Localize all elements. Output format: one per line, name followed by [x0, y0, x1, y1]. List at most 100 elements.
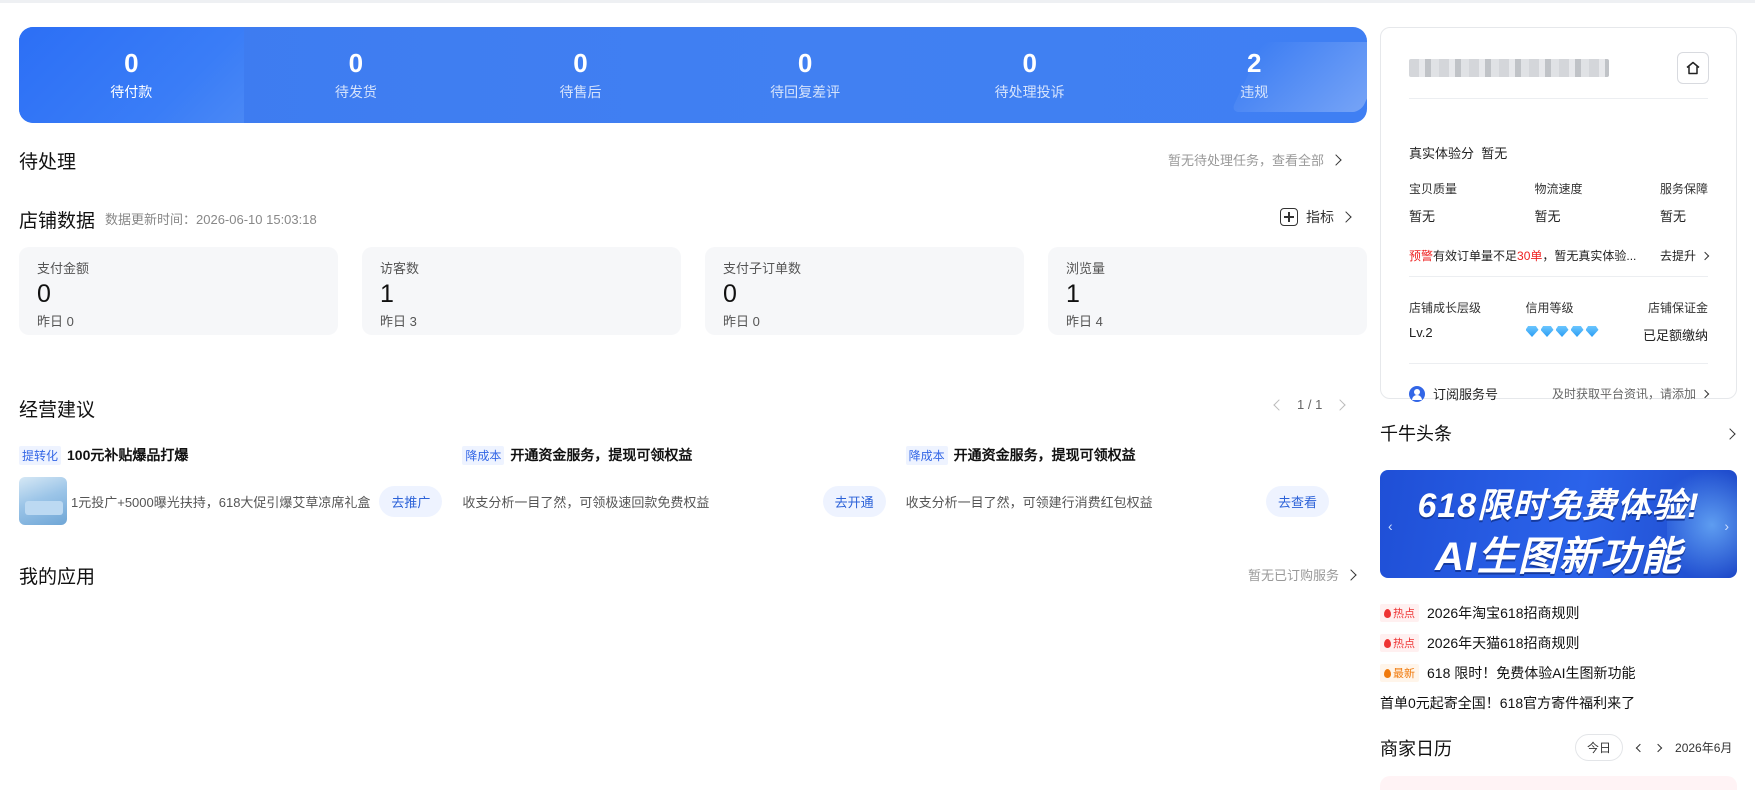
stat-value: 2	[1247, 48, 1262, 78]
activate-button[interactable]: 去开通	[822, 485, 886, 517]
metric-title: 访客数	[380, 261, 420, 276]
carousel-next-icon[interactable]: ›	[1724, 518, 1729, 534]
hot-badge: 热点	[1380, 604, 1419, 622]
stat-pending-shipment[interactable]: 0 待发货	[244, 27, 469, 123]
level-label: 店铺成长层级	[1409, 301, 1482, 315]
my-apps-title: 我的应用	[19, 567, 96, 588]
metric-card-visitors[interactable]: 访客数 1 昨日 3	[362, 247, 681, 335]
new-badge: 最新	[1380, 664, 1419, 682]
metric-value: 0	[723, 280, 737, 308]
suggestion-desc: 收支分析一目了然，可领极速回款免费权益	[462, 494, 710, 510]
promote-button[interactable]: 去推广	[379, 485, 443, 517]
page-indicator: 1 / 1	[1297, 397, 1323, 412]
deposit-status: 已足额缴纳	[1642, 328, 1708, 343]
shop-levels: 店铺成长层级 Lv.2 信用等级 店铺保证金 已足额缴纳	[1409, 299, 1708, 344]
stat-label: 待售后	[559, 84, 602, 100]
metric-yesterday: 昨日 0	[723, 314, 760, 329]
metric-value: 暂无	[1534, 209, 1561, 224]
stat-violations[interactable]: 2 违规	[1142, 27, 1367, 123]
stat-label: 待付款	[110, 84, 153, 100]
calendar-controls: 今日 2026年6月	[1575, 734, 1732, 761]
metric-label: 服务保障	[1659, 182, 1708, 196]
stat-label: 待发货	[334, 84, 377, 100]
diamond-icon	[1525, 326, 1539, 337]
stat-label: 违规	[1240, 84, 1269, 100]
stat-after-sales[interactable]: 0 待售后	[468, 27, 693, 123]
news-item[interactable]: 最新 618 限时！免费体验AI生图新功能	[1380, 658, 1737, 688]
subscribe-row[interactable]: 订阅服务号 及时获取平台资讯，请添加	[1409, 384, 1710, 403]
badge-text: 热点	[1393, 638, 1415, 650]
stat-negative-reviews[interactable]: 0 待回复差评	[693, 27, 918, 123]
improve-label: 去提升	[1659, 249, 1696, 263]
suggestion-tag: 提转化	[19, 445, 62, 465]
chevron-right-icon	[1340, 211, 1352, 223]
prev-page-icon[interactable]	[1273, 398, 1285, 411]
suggestion-item: 提转化 100元补贴爆品打爆 1元投广+5000曝光扶持，618大促引爆艾草凉席…	[19, 445, 462, 525]
store-data-title: 店铺数据	[19, 211, 96, 232]
stat-label: 待回复差评	[770, 84, 841, 100]
stat-value: 0	[348, 48, 364, 78]
credit-diamonds	[1525, 326, 1599, 337]
metric-yesterday: 昨日 4	[1066, 314, 1103, 329]
shop-home-button[interactable]	[1677, 52, 1709, 84]
improve-link[interactable]: 去提升	[1659, 247, 1710, 264]
stat-value: 0	[797, 48, 813, 78]
suggestion-title: 开通资金服务，提现可领权益	[953, 447, 1136, 463]
stat-complaints[interactable]: 0 待处理投诉	[917, 27, 1142, 123]
metric-value: 0	[37, 280, 51, 308]
metric-label: 宝贝质量	[1409, 182, 1458, 196]
metric-card-sub-orders[interactable]: 支付子订单数 0 昨日 0	[705, 247, 1024, 335]
stat-value: 0	[573, 48, 588, 78]
subscribe-hint: 及时获取平台资讯，请添加	[1551, 387, 1696, 401]
my-apps-link[interactable]: 暂无已订购服务	[1248, 565, 1357, 584]
suggestion-desc: 收支分析一目了然，可领建行消费红包权益	[905, 494, 1153, 510]
prev-month-icon[interactable]	[1635, 743, 1645, 752]
divider	[1409, 276, 1708, 277]
level-label: 信用等级	[1525, 301, 1574, 315]
next-page-icon[interactable]	[1334, 398, 1346, 411]
news-list: 热点 2026年淘宝618招商规则 热点 2026年天猫618招商规则 最新 6…	[1380, 598, 1737, 718]
product-thumbnail	[19, 477, 67, 525]
metric-value: 1	[380, 280, 394, 308]
diamond-icon	[1540, 326, 1554, 337]
diamond-icon	[1555, 326, 1569, 337]
news-item[interactable]: 首单0元起寄全国！618官方寄件福利来了	[1380, 688, 1737, 718]
stat-value: 0	[124, 48, 139, 78]
news-text: 618 限时！免费体验AI生图新功能	[1427, 665, 1636, 681]
next-month-icon[interactable]	[1653, 743, 1663, 752]
pending-link-text: 暂无待处理任务，查看全部	[1168, 153, 1325, 168]
stat-pending-payment[interactable]: 0 待付款	[19, 27, 244, 123]
chevron-right-icon[interactable]	[1724, 428, 1736, 440]
suggestions-pager: 1 / 1	[1273, 397, 1346, 412]
stat-label: 待处理投诉	[994, 84, 1065, 100]
plus-square-icon	[1280, 208, 1298, 226]
fire-icon	[1384, 608, 1391, 618]
news-item[interactable]: 热点 2026年天猫618招商规则	[1380, 628, 1737, 658]
divider	[1409, 98, 1708, 99]
promo-banner[interactable]: 618限时免费体验! AI生图新功能 ‹ ›	[1380, 470, 1737, 578]
metric-value: 暂无	[1659, 209, 1686, 224]
news-text: 首单0元起寄全国！618官方寄件福利来了	[1380, 695, 1636, 711]
badge-text: 最新	[1393, 668, 1415, 680]
metrics-button[interactable]: 指标	[1280, 207, 1352, 227]
experience-score: 真实体验分 暂无	[1409, 143, 1507, 162]
today-button[interactable]: 今日	[1575, 734, 1624, 761]
chevron-right-icon	[1700, 389, 1710, 398]
metric-label: 物流速度	[1534, 182, 1583, 196]
order-status-banner: 0 待付款 0 待发货 0 待售后 0 待回复差评 0 待处理投诉 2 违规	[19, 27, 1367, 123]
carousel-prev-icon[interactable]: ‹	[1388, 518, 1393, 534]
suggestion-desc: 1元投广+5000曝光扶持，618大促引爆艾草凉席礼盒	[71, 494, 371, 510]
metric-card-payment-amount[interactable]: 支付金额 0 昨日 0	[19, 247, 338, 335]
pending-view-all-link[interactable]: 暂无待处理任务，查看全部	[1168, 150, 1342, 169]
stat-value: 0	[1022, 48, 1037, 78]
news-text: 2026年天猫618招商规则	[1427, 635, 1580, 651]
metric-title: 支付金额	[37, 261, 90, 276]
news-item[interactable]: 热点 2026年淘宝618招商规则	[1380, 598, 1737, 628]
metric-value: 1	[1066, 280, 1080, 308]
metric-title: 浏览量	[1066, 261, 1106, 276]
view-button[interactable]: 去查看	[1265, 485, 1329, 517]
metric-card-page-views[interactable]: 浏览量 1 昨日 4	[1048, 247, 1367, 335]
shop-name-redacted	[1409, 59, 1609, 77]
badge-text: 热点	[1393, 608, 1415, 620]
calendar-title: 商家日历	[1380, 739, 1452, 759]
